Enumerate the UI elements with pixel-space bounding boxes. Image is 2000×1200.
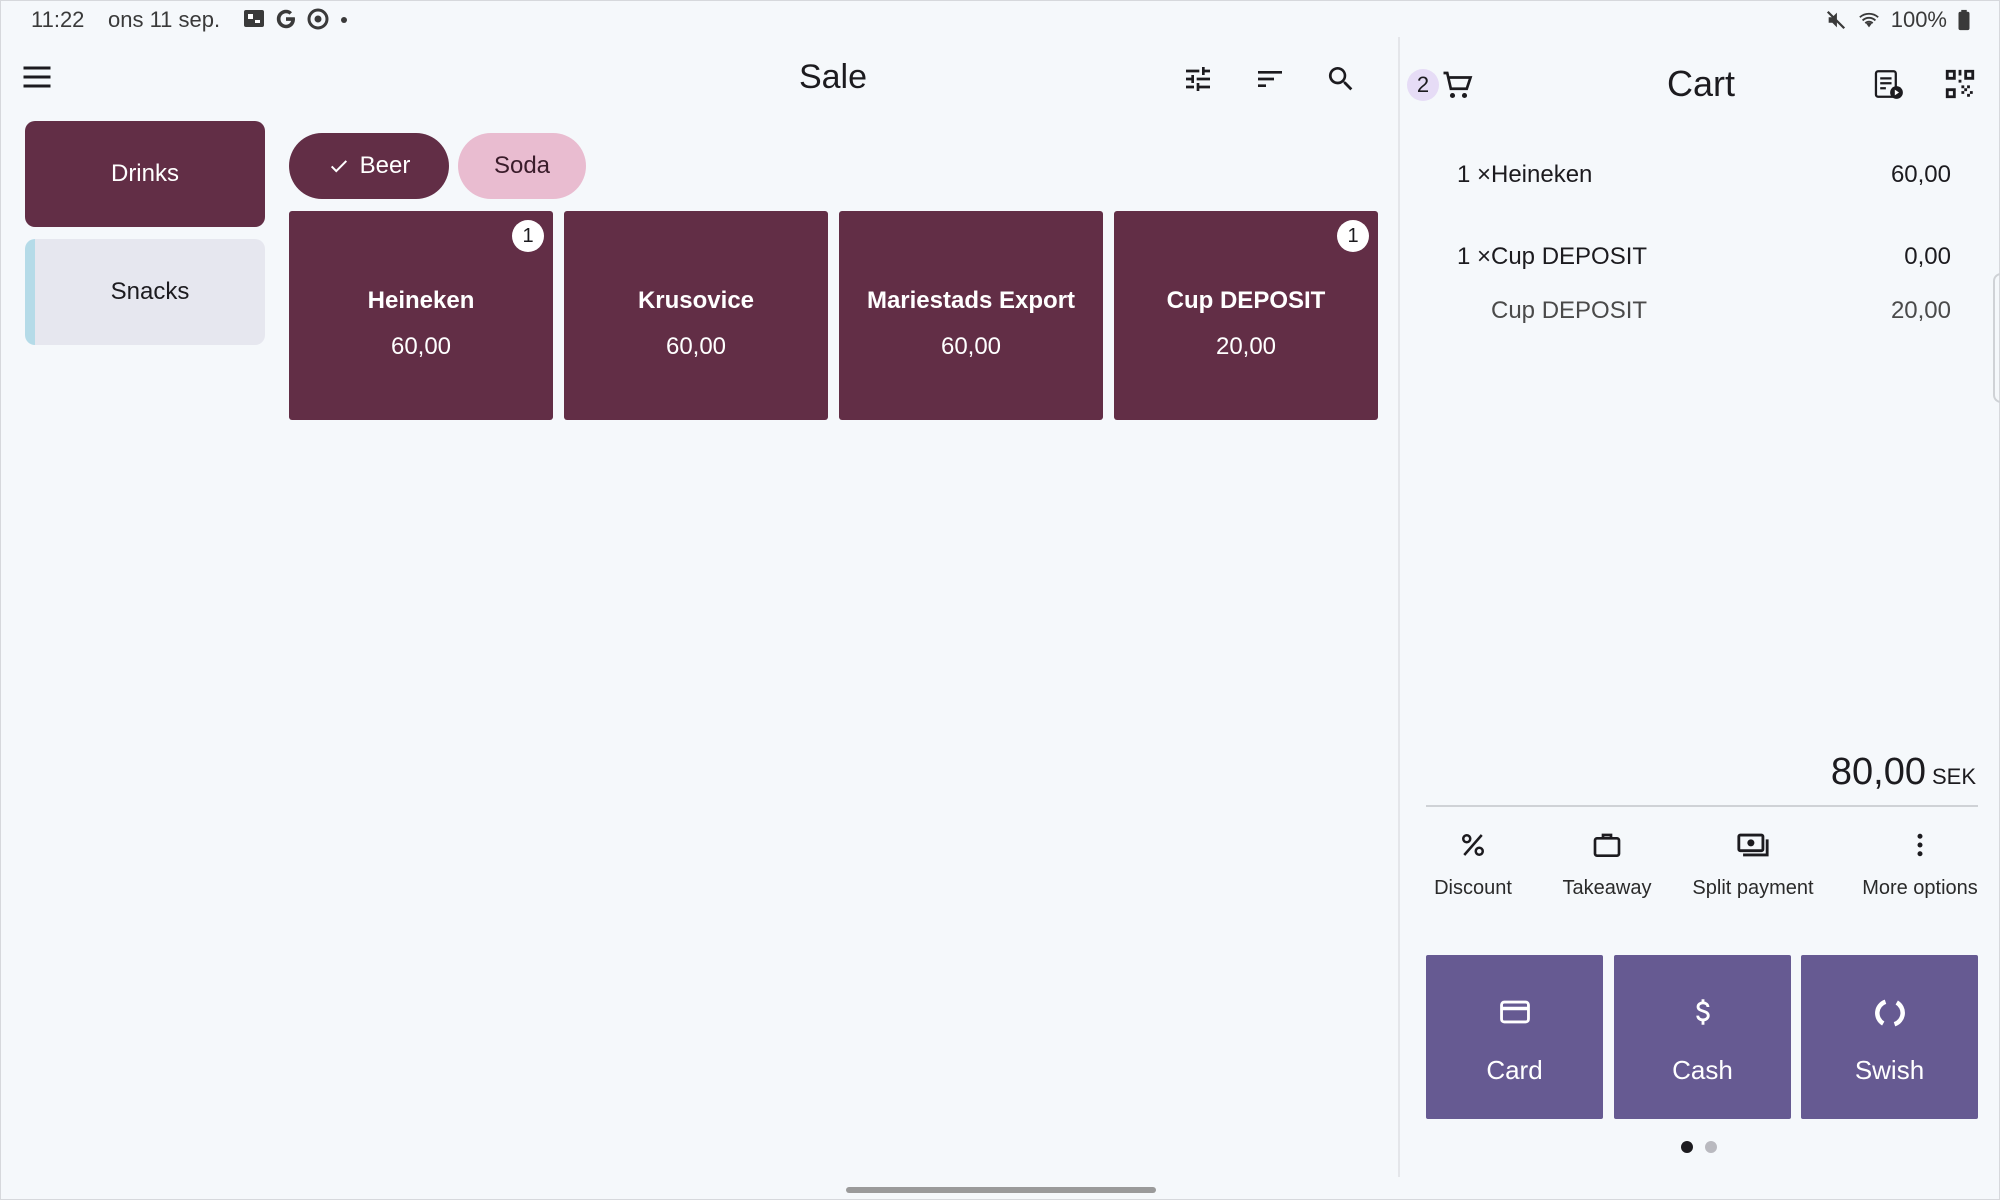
product-price: 60,00: [665, 333, 727, 360]
cart-total: 80,00 SEK: [1831, 751, 1976, 794]
dot-icon: [341, 17, 347, 23]
category-drinks[interactable]: Drinks: [25, 121, 265, 227]
category-label: Drinks: [110, 160, 179, 187]
line-name: Cup DEPOSIT: [1491, 243, 1648, 270]
google-g-icon: [276, 9, 295, 29]
chip-label: Soda: [493, 152, 551, 179]
credit-card-icon: [1499, 1000, 1530, 1024]
filter-chip-beer[interactable]: Beer: [289, 133, 449, 199]
product-tile-heineken[interactable]: 1 Heineken 60,00: [289, 211, 553, 420]
action-label: Split payment: [1692, 877, 1814, 899]
product-price: 20,00: [1215, 333, 1277, 360]
page-title: Sale: [798, 58, 868, 96]
page-indicator: [1681, 1141, 1717, 1153]
line-price: 0,00: [1904, 243, 1951, 270]
subline-price: 20,00: [1890, 297, 1951, 324]
check-icon: [330, 160, 347, 173]
cart-count-badge: 2: [1407, 69, 1439, 101]
swish-icon: [1874, 999, 1905, 1027]
split-payment-button[interactable]: Split payment: [1675, 827, 1831, 907]
status-time: 11:22: [31, 7, 85, 32]
takeaway-button[interactable]: Takeaway: [1541, 827, 1673, 907]
payments-icon: [1737, 833, 1769, 857]
pay-label: Card: [1486, 1055, 1543, 1085]
subline-name: Cup DEPOSIT: [1491, 297, 1648, 324]
total-currency: SEK: [1931, 764, 1976, 789]
menu-button[interactable]: [19, 59, 55, 95]
product-price: 60,00: [940, 333, 1002, 360]
status-date: ons 11 sep.: [108, 7, 221, 32]
status-bar: 11:22 ons 11 sep. 100%: [1, 1, 2000, 37]
product-tile-mariestads-export[interactable]: Mariestads Export 60,00: [839, 211, 1103, 420]
more-options-button[interactable]: More options: [1845, 827, 1995, 907]
shopping-cart-icon: [1443, 71, 1473, 99]
product-name: Krusovice: [637, 287, 755, 314]
product-tile-cup-deposit[interactable]: 1 Cup DEPOSIT 20,00: [1114, 211, 1378, 420]
product-quantity-badge: 1: [1337, 220, 1369, 252]
product-price: 60,00: [390, 333, 452, 360]
pay-label: Cash: [1672, 1055, 1733, 1085]
sale-pane: Sale Drinks Snacks Beer Soda 1 Heineken …: [1, 37, 1398, 1200]
discount-button[interactable]: Discount: [1407, 827, 1539, 907]
line-name: Heineken: [1491, 161, 1593, 188]
battery-percentage: 100%: [1890, 7, 1947, 32]
total-amount: 80,00: [1830, 751, 1926, 793]
more-vert-icon: [1917, 833, 1923, 857]
category-snacks[interactable]: Snacks: [25, 239, 265, 345]
pay-label: Swish: [1854, 1055, 1925, 1085]
total-divider: [1426, 805, 1978, 807]
cart-title: Cart: [1666, 63, 1735, 104]
search-icon: [1328, 67, 1353, 91]
product-quantity-badge: 1: [512, 220, 544, 252]
line-quantity: 1 ×: [1456, 243, 1491, 270]
product-name: Heineken: [367, 287, 475, 314]
receipt-play-icon: [1874, 70, 1903, 99]
line-price: 60,00: [1890, 161, 1951, 188]
gesture-home-bar[interactable]: [846, 1187, 1156, 1193]
circle-app-icon: [307, 8, 329, 30]
briefcase-icon: [1593, 833, 1621, 857]
product-name: Mariestads Export: [866, 287, 1076, 314]
receipt-button[interactable]: [1871, 67, 1907, 103]
action-label: More options: [1862, 877, 1978, 899]
status-notification-icons: [242, 7, 350, 31]
dollar-icon: [1695, 999, 1710, 1025]
tune-icon: [1186, 67, 1210, 91]
pane-divider: [1398, 37, 1400, 1177]
product-name: Cup DEPOSIT: [1166, 287, 1326, 314]
sort-button[interactable]: [1250, 59, 1290, 99]
cart-pane: 2 Cart 1 × Heineken 60,00 1 × Cup DEPOSI…: [1401, 37, 2000, 1200]
pos-screen: 11:22 ons 11 sep. 100% Sale Drinks Snack…: [0, 0, 2000, 1200]
pay-swish-button[interactable]: Swish: [1801, 955, 1978, 1119]
pay-card-button[interactable]: Card: [1426, 955, 1603, 1119]
wifi-icon: [1858, 12, 1879, 28]
category-label: Snacks: [110, 278, 190, 305]
cart-button[interactable]: [1439, 67, 1475, 103]
chip-label: Beer: [359, 152, 411, 179]
search-button[interactable]: [1321, 59, 1361, 99]
status-system-icons: 100%: [1825, 7, 1971, 33]
action-label: Takeaway: [1562, 877, 1652, 899]
mute-icon: [1826, 10, 1845, 30]
percent-icon: [1461, 833, 1484, 856]
qr-scan-button[interactable]: [1943, 67, 1979, 103]
hamburger-menu-icon: [23, 66, 51, 88]
notification-app-icon: [244, 10, 264, 27]
page-dot-active: [1681, 1141, 1693, 1153]
edge-scroll-handle[interactable]: [1993, 273, 2000, 403]
qr-code-icon: [1945, 69, 1975, 99]
product-tile-krusovice[interactable]: Krusovice 60,00: [564, 211, 828, 420]
filter-button[interactable]: [1178, 59, 1218, 99]
filter-chip-soda[interactable]: Soda: [458, 133, 586, 199]
action-label: Discount: [1434, 877, 1512, 899]
battery-icon: [1958, 9, 1970, 31]
line-quantity: 1 ×: [1456, 161, 1491, 188]
sort-icon: [1258, 71, 1282, 87]
page-dot: [1705, 1141, 1717, 1153]
pay-cash-button[interactable]: Cash: [1614, 955, 1791, 1119]
